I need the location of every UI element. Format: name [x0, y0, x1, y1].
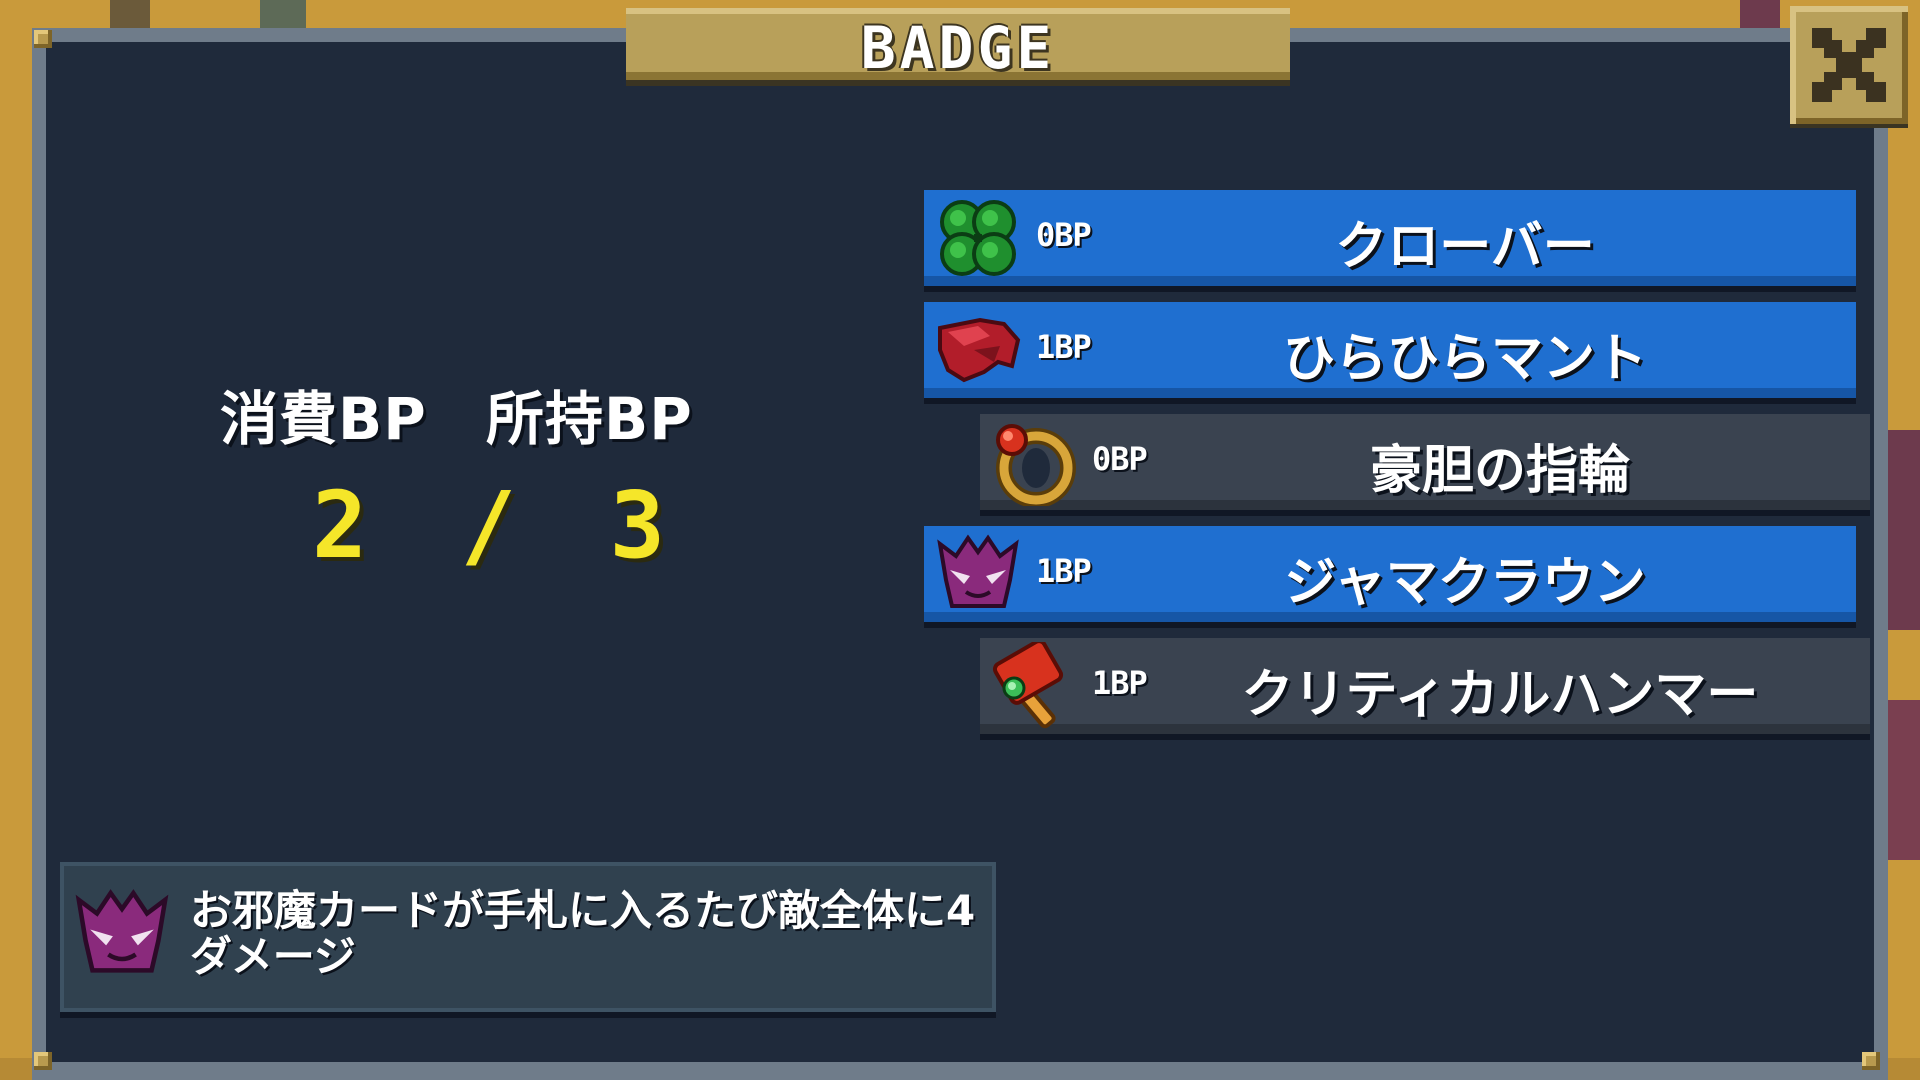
jama-crown-icon: [937, 534, 1019, 608]
badge-name: ジャマクラウン: [1284, 553, 1646, 613]
badge-row-ring[interactable]: 0BP 豪胆の指輪: [980, 414, 1870, 510]
badge-cost: 1BP: [1036, 552, 1092, 590]
badge-row-critical-hammer[interactable]: 1BP クリティカルハンマー: [980, 638, 1870, 734]
critical-hammer-icon: [992, 642, 1064, 729]
used-bp-label: 消費BP: [220, 385, 427, 453]
badge-name: 豪胆の指輪: [1369, 441, 1630, 501]
badge-name: クローバー: [1335, 217, 1595, 277]
badge-cost: 1BP: [1092, 664, 1148, 702]
badge-row-cape[interactable]: 1BP ひらひらマント: [924, 302, 1856, 398]
title-plate: BADGE: [626, 8, 1290, 82]
clover-icon: [940, 200, 1016, 276]
badge-cost: 1BP: [1036, 328, 1092, 366]
badge-name: ひらひらマント: [1282, 329, 1647, 389]
bp-separator: /: [460, 472, 517, 579]
corner-rivet: [34, 1052, 52, 1070]
window-title: BADGE: [860, 14, 1056, 82]
red-cape-icon: [938, 317, 1021, 383]
corner-rivet: [1862, 1052, 1880, 1070]
badge-row-clover[interactable]: 0BP クローバー: [924, 190, 1856, 286]
badge-row-jama-crown[interactable]: 1BP ジャマクラウン: [924, 526, 1856, 622]
used-bp-value: 2: [312, 472, 368, 579]
corner-rivet: [34, 30, 52, 48]
badge-name: クリティカルハンマー: [1241, 665, 1759, 725]
badge-description-box: お邪魔カードが手札に入るたび敵全体に4ダメージ: [60, 862, 996, 1012]
close-icon: [1808, 24, 1890, 106]
close-button[interactable]: [1790, 6, 1908, 124]
bp-counter: 2 / 3: [312, 472, 665, 579]
badge-cost: 0BP: [1036, 216, 1092, 254]
jama-crown-icon: [75, 889, 169, 973]
ring-icon: [996, 424, 1076, 506]
badge-description-text: お邪魔カードが手札に入るたび敵全体に4ダメージ: [190, 886, 976, 981]
owned-bp-value: 3: [609, 472, 665, 579]
owned-bp-label: 所持BP: [486, 385, 693, 453]
badge-cost: 0BP: [1092, 440, 1148, 478]
